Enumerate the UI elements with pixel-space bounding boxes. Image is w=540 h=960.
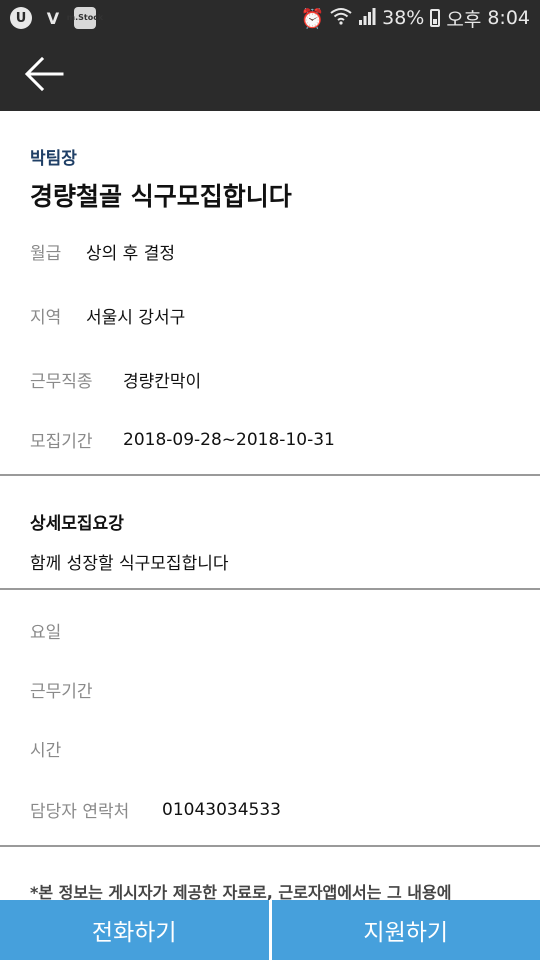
info-row-salary: 월급 상의 후 결정: [30, 239, 175, 264]
job-detail: 박팀장 경량철골 식구모집합니다 월급 상의 후 결정 지역 서울시 강서구 근…: [0, 111, 540, 900]
bottom-action-bar: 전화하기 지원하기: [0, 900, 540, 960]
divider: [0, 474, 540, 476]
info-row-contact: 담당자 연락처 01043034533: [30, 797, 281, 823]
info-label: 담당자 연락처: [30, 802, 130, 822]
info-row-days: 요일: [30, 618, 61, 643]
u-app-icon: U: [10, 7, 32, 29]
info-label: 월급: [30, 244, 62, 264]
signal-icon: [358, 7, 376, 30]
company-name: 박팀장: [30, 149, 77, 169]
call-button[interactable]: 전화하기: [0, 900, 269, 960]
info-row-hours: 시간: [30, 736, 61, 761]
info-row-work-period: 근무기간: [30, 677, 93, 702]
details-title: 상세모집요강: [30, 514, 124, 534]
info-label: 요일: [30, 623, 62, 643]
disclaimer-notice: *본 정보는 게시자가 제공한 자료로, 근로자앱에서는 그 내용에: [30, 883, 452, 900]
info-row-job-type: 근무직종 경량칸막이: [30, 367, 201, 392]
info-value: 서울시 강서구: [86, 308, 186, 328]
details-body: 함께 성장할 식구모집합니다: [30, 554, 229, 574]
app-bar: [0, 36, 540, 111]
contact-phone[interactable]: 01043034533: [162, 800, 281, 820]
info-label: 모집기간: [30, 432, 93, 452]
info-label: 근무직종: [30, 372, 93, 392]
alarm-icon: ⏰: [300, 7, 325, 30]
v3-app-icon: V: [46, 8, 60, 28]
divider: [0, 845, 540, 847]
info-value: 2018-09-28~2018-10-31: [123, 429, 335, 450]
status-bar: U V m.Stock ⏰ 38% 오후 8:04: [0, 0, 540, 36]
info-row-region: 지역 서울시 강서구: [30, 303, 185, 328]
clock-time: 8:04: [487, 7, 530, 29]
info-value: 상의 후 결정: [86, 244, 176, 264]
info-label: 근무기간: [30, 682, 93, 702]
info-row-period: 모집기간 2018-09-28~2018-10-31: [30, 427, 335, 453]
wifi-icon: [330, 7, 352, 30]
apply-button[interactable]: 지원하기: [271, 900, 540, 960]
back-button[interactable]: [22, 54, 66, 94]
battery-percent: 38%: [382, 7, 425, 29]
info-label: 시간: [30, 741, 62, 761]
clock-ampm: 오후: [446, 8, 482, 31]
info-value: 경량칸막이: [123, 372, 202, 392]
battery-icon: [430, 9, 441, 27]
arrow-left-icon: [24, 56, 64, 92]
info-label: 지역: [30, 308, 62, 328]
divider: [0, 588, 540, 590]
stock-app-icon: m.Stock: [67, 7, 103, 29]
job-title: 경량철골 식구모집합니다: [30, 182, 292, 211]
